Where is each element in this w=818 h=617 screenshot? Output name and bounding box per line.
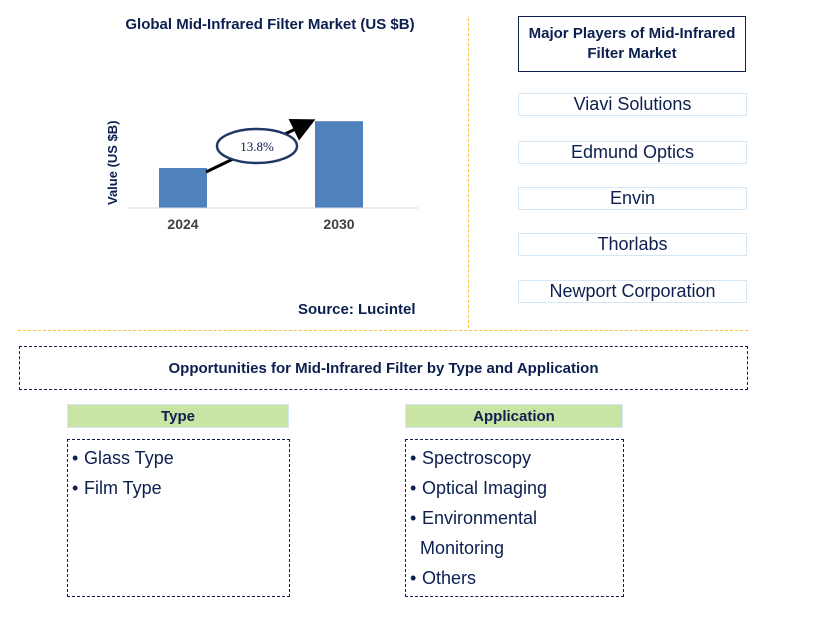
x-tick-label-2024: 2024 — [167, 216, 198, 232]
type-list: • Glass Type • Film Type — [67, 439, 290, 597]
horizontal-divider — [18, 330, 748, 331]
application-item-label: Environmental — [422, 508, 538, 528]
application-item-continuation: Monitoring — [410, 533, 619, 563]
application-item-label: Optical Imaging — [422, 478, 548, 498]
application-item: • Spectroscopy — [410, 443, 619, 473]
bullet-icon: • — [72, 478, 79, 498]
application-item-label: Others — [422, 568, 477, 588]
bar-2024 — [159, 168, 207, 208]
cagr-label: 13.8% — [240, 139, 274, 154]
player-item: Newport Corporation — [518, 280, 747, 303]
bullet-icon: • — [410, 448, 417, 468]
bar-2030 — [315, 121, 363, 208]
opportunities-title: Opportunities for Mid-Infrared Filter by… — [19, 346, 748, 390]
application-item: • Environmental — [410, 503, 619, 533]
players-title: Major Players of Mid-Infrared Filter Mar… — [518, 16, 746, 72]
application-header: Application — [405, 404, 623, 428]
bullet-icon: • — [72, 448, 79, 468]
cagr-annotation: 13.8% — [205, 118, 316, 174]
player-item: Viavi Solutions — [518, 93, 747, 116]
player-item: Envin — [518, 187, 747, 210]
bullet-icon: • — [410, 568, 417, 588]
bullet-icon: • — [410, 478, 417, 498]
application-item: • Others — [410, 563, 619, 593]
bar-chart: Value (US $B) 2024 2030 13.8% — [105, 118, 418, 232]
type-item: • Glass Type — [72, 443, 285, 473]
source-label: Source: Lucintel — [298, 301, 416, 318]
x-tick-label-2030: 2030 — [323, 216, 354, 232]
application-list: • Spectroscopy • Optical Imaging • Environm… — [405, 439, 624, 597]
application-item-label: Monitoring — [420, 538, 505, 558]
type-item-label: Glass Type — [84, 448, 174, 468]
application-item: • Optical Imaging — [410, 473, 619, 503]
bullet-icon: • — [410, 508, 417, 528]
vertical-divider — [468, 18, 469, 328]
player-item: Thorlabs — [518, 233, 747, 256]
type-header: Type — [67, 404, 289, 428]
player-item: Edmund Optics — [518, 141, 747, 164]
type-item: • Film Type — [72, 473, 285, 503]
application-item-label: Spectroscopy — [422, 448, 532, 468]
type-item-label: Film Type — [84, 478, 162, 498]
y-axis-label: Value (US $B) — [105, 120, 120, 205]
